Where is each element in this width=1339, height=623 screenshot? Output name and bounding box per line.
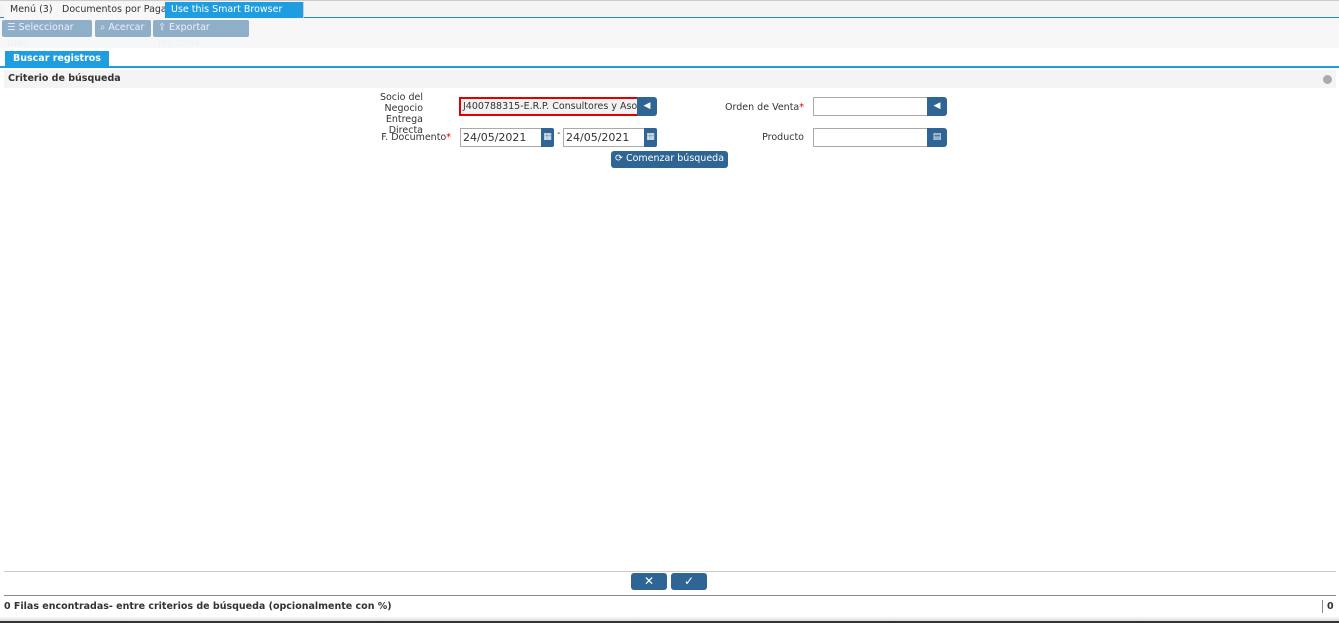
product-input[interactable] (813, 128, 928, 147)
date-label: F. Documento* (381, 132, 451, 143)
toolbar: ☰ Seleccionar todo ⌕ Acercar ⇪ Exportar … (0, 18, 1339, 49)
lookup-icon: ◀ (933, 101, 941, 111)
divider (4, 595, 1336, 596)
calendar-icon[interactable]: ▦ (644, 128, 657, 147)
zoom-button[interactable]: ⌕ Acercar (95, 20, 151, 37)
ok-button[interactable]: ✓ (671, 573, 707, 590)
search-button[interactable]: ⟳ Comenzar búsqueda ... (611, 151, 728, 180)
date-separator: - (557, 128, 561, 139)
check-icon: ✓ (683, 574, 695, 588)
status-text: 0 Filas encontradas- entre criterios de … (4, 601, 392, 612)
divider (0, 66, 1339, 68)
tab-buscar-registros[interactable]: Buscar registros (5, 51, 109, 66)
order-lookup-button[interactable]: ◀ (927, 97, 947, 116)
product-icon: ▤ (932, 132, 942, 142)
bpartner-label: Socio del Negocio Entrega Directa (379, 92, 423, 136)
tab-smart-browser[interactable]: Use this Smart Browser for ...✕ (165, 2, 304, 30)
section-header: Criterio de búsqueda (4, 70, 1336, 88)
date-from-input[interactable]: 24/05/2021 (460, 128, 542, 147)
zoom-icon: ⌕ (100, 22, 106, 33)
close-icon: ✕ (643, 574, 655, 588)
lookup-icon: ◀ (643, 101, 651, 111)
date-to-input[interactable]: 24/05/2021 (563, 128, 645, 147)
window-tabs: Menú (3) Documentos por Pagar✕ Use this … (0, 0, 1339, 30)
tab-menu[interactable]: Menú (3) (4, 2, 60, 18)
calendar-icon[interactable]: ▦ (541, 128, 554, 147)
collapse-icon[interactable] (1323, 75, 1332, 84)
refresh-icon: ⟳ (614, 153, 623, 164)
order-label: Orden de Venta* (725, 102, 804, 113)
cancel-button[interactable]: ✕ (631, 573, 667, 590)
export-icon: ⇪ (158, 22, 166, 33)
select-all-button[interactable]: ☰ Seleccionar todo (2, 20, 92, 49)
product-label: Producto (762, 132, 804, 143)
bpartner-lookup-button[interactable]: ◀ (637, 97, 657, 116)
bpartner-input[interactable]: J400788315-E.R.P. Consultores y Asociado… (459, 97, 639, 116)
order-input[interactable] (813, 97, 928, 116)
export-button[interactable]: ⇪ Exportar registros (153, 20, 249, 49)
list-icon: ☰ (7, 22, 16, 33)
divider (4, 571, 1336, 572)
product-lookup-button[interactable]: ▤ (927, 128, 947, 147)
status-count: 0 (1327, 601, 1334, 612)
